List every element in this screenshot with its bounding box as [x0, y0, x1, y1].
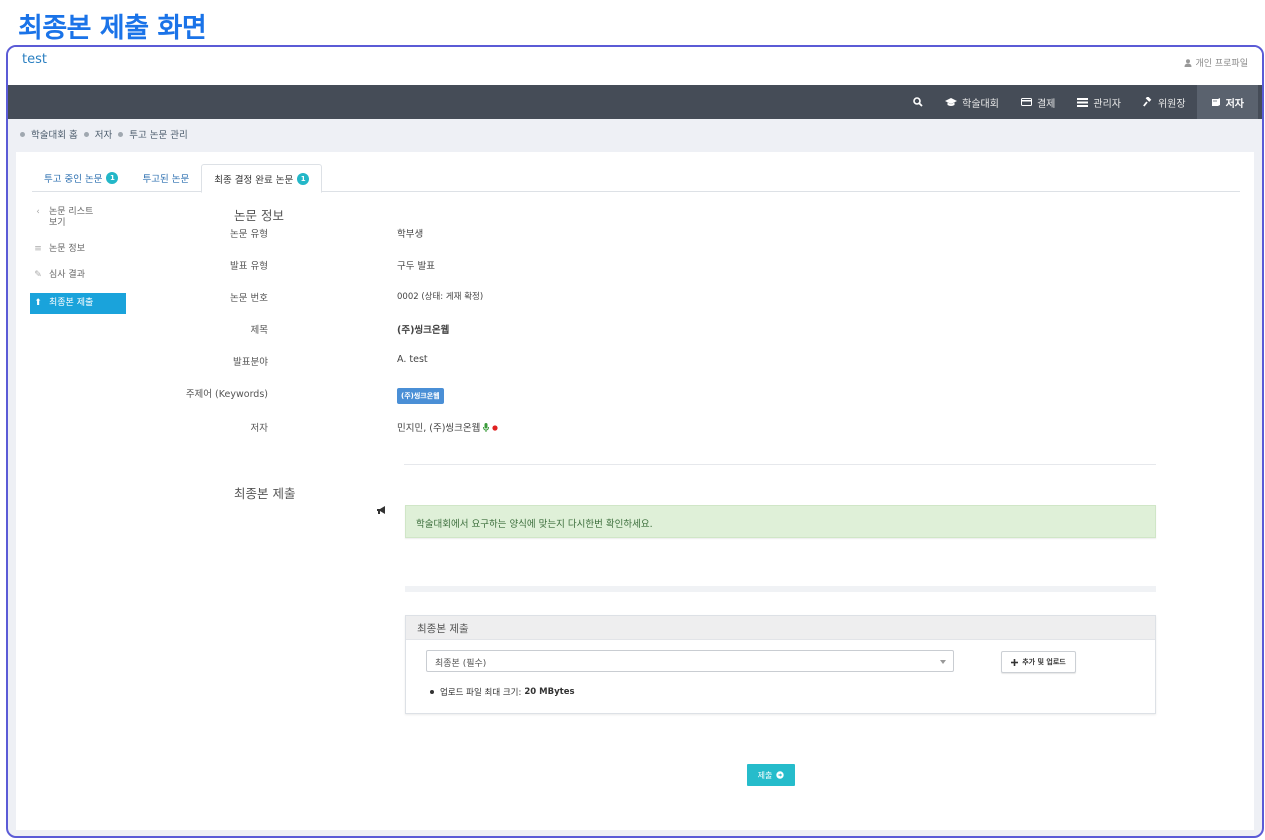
count-badge: 1 — [106, 172, 119, 184]
app-window: test 개인 프로파일 학술대회 결제 관리자 위원장 저자 학술대회 홈 저… — [6, 45, 1264, 838]
keyword-badge: (주)씽크온웹 — [397, 388, 444, 404]
breadcrumb: 학술대회 홈 저자 투고 논문 관리 — [8, 119, 1262, 149]
submit-button[interactable]: 제출 — [747, 764, 795, 786]
file-type-select[interactable]: 최종본 (필수) — [426, 650, 954, 672]
nav-conference[interactable]: 학술대회 — [934, 85, 1010, 119]
nav-search[interactable] — [902, 85, 934, 119]
sidebar-item-paper-info[interactable]: ≡ 논문 정보 — [30, 241, 126, 258]
tab-label: 투고된 논문 — [142, 174, 190, 185]
count-badge: 1 — [297, 172, 310, 185]
field-label: 주제어 (Keywords) — [185, 389, 268, 400]
section-divider — [404, 464, 1156, 465]
profile-link[interactable]: 개인 프로파일 — [1184, 56, 1248, 69]
tab-final-decision[interactable]: 최종 결정 완료 논문 1 — [201, 164, 323, 193]
field-value: 구두 발표 — [397, 261, 435, 272]
nav-payment-label: 결제 — [1036, 98, 1056, 110]
breadcrumb-separator — [118, 131, 124, 137]
paper-info-title: 논문 정보 — [234, 208, 284, 223]
select-value: 최종본 (필수) — [435, 659, 487, 669]
add-upload-button[interactable]: 추가 및 업로드 — [1001, 651, 1076, 673]
sidebar-item-label: 논문 정보 — [49, 244, 85, 254]
upload-limit-note: 업로드 파일 최대 크기: 20 MBytes — [430, 686, 575, 698]
format-notice-alert: 학술대회에서 요구하는 양식에 맞는지 다시한번 확인하세요. — [405, 505, 1156, 538]
page-heading: 최종본 제출 화면 — [18, 13, 207, 44]
field-row-keywords: 주제어 (Keywords) (주)씽크온웹 — [16, 386, 1116, 404]
field-value: 민지민, (주)씽크온웹 — [397, 423, 481, 434]
nav-chair[interactable]: 위원장 — [1132, 85, 1197, 119]
top-bar: test 개인 프로파일 — [8, 47, 1262, 85]
user-icon — [1184, 58, 1192, 67]
nav-admin[interactable]: 관리자 — [1066, 85, 1132, 119]
field-value: A. test — [397, 354, 428, 365]
corresponding-author-dot-icon — [492, 425, 499, 431]
tab-in-progress[interactable]: 투고 중인 논문 1 — [32, 164, 130, 192]
breadcrumb-separator — [83, 131, 89, 137]
brand-link[interactable]: test — [22, 52, 47, 67]
home-icon — [20, 131, 25, 137]
arrow-circle-right-icon — [776, 771, 785, 779]
section-separator-bar — [405, 586, 1156, 592]
field-row-paper-type: 논문 유형 학부생 — [16, 226, 1116, 240]
breadcrumb-item-home[interactable]: 학술대회 홈 — [31, 127, 78, 141]
breadcrumb-item-manage[interactable]: 투고 논문 관리 — [129, 127, 187, 141]
gavel-icon — [1143, 97, 1152, 107]
tab-label: 투고 중인 논문 — [44, 174, 103, 185]
nav-author-label: 저자 — [1225, 98, 1244, 110]
chevron-left-icon: ‹ — [36, 207, 40, 217]
field-label: 논문 번호 — [230, 293, 268, 304]
submit-label: 제출 — [757, 770, 773, 780]
field-label: 저자 — [250, 423, 268, 434]
tab-submitted[interactable]: 투고된 논문 — [130, 164, 201, 192]
content-panel: 투고 중인 논문 1 투고된 논문 최종 결정 완료 논문 1 ‹ 논문 리스트… — [16, 152, 1254, 830]
book-icon — [1211, 97, 1220, 106]
nav-admin-label: 관리자 — [1093, 98, 1121, 110]
breadcrumb-item-author[interactable]: 저자 — [95, 127, 112, 141]
megaphone-icon — [377, 506, 385, 514]
credit-card-icon — [1020, 98, 1032, 106]
final-submission-title: 최종본 제출 — [234, 486, 296, 501]
field-label: 제목 — [250, 325, 268, 336]
nav-conference-label: 학술대회 — [962, 98, 999, 110]
nav-chair-label: 위원장 — [1157, 98, 1186, 110]
search-icon — [913, 97, 923, 107]
nav-payment[interactable]: 결제 — [1010, 85, 1066, 119]
list-icon: ≡ — [34, 244, 42, 254]
main-navbar: 학술대회 결제 관리자 위원장 저자 — [8, 85, 1262, 119]
field-row-paper-number: 논문 번호 0002 (상태: 게재 확정) — [16, 290, 1116, 304]
final-upload-box: 최종본 제출 최종본 (필수) 추가 및 업로드 업로드 파일 최대 크기: 2… — [405, 615, 1156, 714]
microphone-icon — [483, 423, 490, 432]
field-row-presentation-type: 발표 유형 구두 발표 — [16, 258, 1116, 272]
tab-label: 최종 결정 완료 논문 — [214, 174, 294, 186]
paper-tabs: 투고 중인 논문 1 투고된 논문 최종 결정 완료 논문 1 — [32, 164, 1240, 193]
field-value: (주)씽크온웹 — [397, 325, 450, 336]
graduation-cap-icon — [945, 97, 958, 106]
add-upload-label: 추가 및 업로드 — [1022, 658, 1066, 666]
admin-icon — [1077, 97, 1089, 107]
field-label: 발표분야 — [233, 357, 268, 368]
field-value: 0002 (상태: 게재 확정) — [397, 292, 484, 302]
field-row-title: 제목 (주)씽크온웹 — [16, 322, 1116, 336]
upload-box-title: 최종본 제출 — [406, 616, 1155, 640]
caret-down-icon — [940, 660, 946, 664]
limit-value: 20 MBytes — [524, 687, 575, 697]
field-label: 논문 유형 — [230, 229, 268, 240]
profile-label: 개인 프로파일 — [1195, 59, 1248, 69]
field-label: 발표 유형 — [230, 261, 268, 272]
plus-icon — [1011, 658, 1019, 666]
bullet — [430, 690, 434, 694]
field-value-wrap: 민지민, (주)씽크온웹 — [397, 420, 499, 434]
field-value: 학부생 — [397, 229, 424, 240]
nav-author[interactable]: 저자 — [1196, 85, 1258, 119]
limit-label: 업로드 파일 최대 크기: — [440, 688, 522, 698]
field-row-field: 발표분야 A. test — [16, 354, 1116, 368]
field-row-authors: 저자 민지민, (주)씽크온웹 — [16, 420, 1116, 434]
